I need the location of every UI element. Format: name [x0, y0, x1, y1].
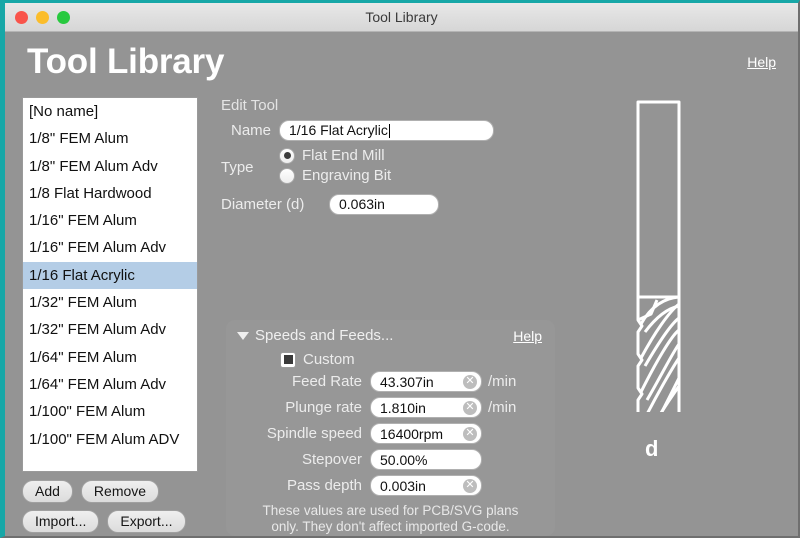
type-field-row: Type Flat End Mill Engraving Bit [221, 147, 571, 187]
spindle-speed-row: Spindle speed 16400rpm ✕ [226, 423, 555, 444]
name-input-value: 1/16 Flat Acrylic [289, 122, 388, 138]
stepover-label: Stepover [301, 451, 362, 468]
speeds-and-feeds-header: Speeds and Feeds... Help [226, 320, 555, 344]
list-item-selected[interactable]: 1/16 Flat Acrylic [23, 261, 197, 290]
note-line-2: only. They don't affect imported G-code. [271, 519, 510, 534]
spindle-speed-label: Spindle speed [266, 425, 362, 442]
list-item[interactable]: 1/100" FEM Alum ADV [23, 426, 197, 453]
speeds-and-feeds-panel: Speeds and Feeds... Help Custom Feed Rat… [226, 320, 555, 536]
list-item[interactable]: 1/64" FEM Alum [23, 344, 197, 371]
window-body: [No name] 1/8" FEM Alum 1/8" FEM Alum Ad… [5, 92, 798, 536]
radio-option-engraving-bit[interactable]: Engraving Bit [279, 167, 391, 184]
spindle-speed-value: 16400rpm [380, 425, 444, 442]
add-button[interactable]: Add [22, 480, 73, 503]
header-help-link[interactable]: Help [747, 54, 776, 70]
radio-option-flat-end-mill[interactable]: Flat End Mill [279, 147, 391, 164]
list-item[interactable]: 1/32" FEM Alum [23, 289, 197, 316]
note-line-1: These values are used for PCB/SVG plans [262, 503, 519, 518]
remove-button[interactable]: Remove [80, 480, 160, 503]
name-field-row: Name 1/16 Flat Acrylic [221, 120, 571, 141]
window-titlebar: Tool Library [5, 3, 798, 32]
tool-library-window: Tool Library Tool Library Help [No name]… [0, 0, 800, 538]
list-item[interactable]: 1/32" FEM Alum Adv [23, 316, 197, 343]
custom-label: Custom [303, 351, 355, 368]
plunge-rate-label: Plunge rate [285, 399, 362, 416]
name-label: Name [230, 122, 271, 139]
diameter-dimension-label: d [645, 436, 659, 461]
clear-icon[interactable]: ✕ [463, 426, 477, 441]
pass-depth-row: Pass depth 0.003in ✕ [226, 475, 555, 496]
pass-depth-input[interactable]: 0.003in ✕ [370, 475, 482, 496]
clear-icon[interactable]: ✕ [463, 374, 477, 389]
list-item[interactable]: 1/8" FEM Alum [23, 125, 197, 152]
window-title: Tool Library [365, 9, 438, 25]
pass-depth-label: Pass depth [286, 477, 362, 494]
clear-icon[interactable]: ✕ [463, 478, 477, 493]
speeds-and-feeds-title: Speeds and Feeds... [255, 327, 394, 344]
tool-list[interactable]: [No name] 1/8" FEM Alum 1/8" FEM Alum Ad… [22, 97, 198, 472]
pass-depth-value: 0.003in [380, 477, 426, 494]
list-item[interactable]: 1/8 Flat Hardwood [23, 180, 197, 207]
radio-unselected-icon[interactable] [279, 167, 295, 184]
plunge-rate-row: Plunge rate 1.810in ✕ /min [226, 397, 555, 418]
end-mill-diagram-icon [631, 100, 687, 457]
diameter-input-value: 0.063in [339, 196, 385, 212]
type-radio-group: Flat End Mill Engraving Bit [279, 147, 391, 187]
list-item[interactable]: 1/8" FEM Alum Adv [23, 153, 197, 180]
stepover-input[interactable]: 50.00% [370, 449, 482, 470]
plunge-rate-input[interactable]: 1.810in ✕ [370, 397, 482, 418]
close-button-icon[interactable] [15, 10, 28, 24]
name-input[interactable]: 1/16 Flat Acrylic [279, 120, 494, 141]
edit-tool-section-title: Edit Tool [221, 97, 279, 114]
diameter-label: Diameter (d) [221, 196, 305, 213]
checkbox-checked-icon[interactable] [280, 351, 296, 368]
list-item[interactable]: 1/100" FEM Alum [23, 398, 197, 425]
feed-rate-row: Feed Rate 43.307in ✕ /min [226, 371, 555, 392]
feed-rate-unit: /min [488, 373, 517, 390]
import-button[interactable]: Import... [22, 510, 100, 533]
list-button-row-secondary: Import... Export... [22, 510, 186, 533]
edit-tool-pane: Edit Tool Name 1/16 Flat Acrylic Type Fl… [221, 92, 571, 221]
speeds-and-feeds-help-link[interactable]: Help [513, 328, 542, 344]
feed-rate-value: 43.307in [380, 373, 434, 390]
speeds-and-feeds-disclosure[interactable]: Speeds and Feeds... [237, 327, 393, 344]
list-item[interactable]: 1/16" FEM Alum [23, 207, 197, 234]
list-action-buttons: Add Remove Import... Export... [22, 480, 186, 536]
radio-label-flat-end-mill: Flat End Mill [302, 147, 385, 164]
type-label: Type [221, 158, 254, 176]
minimize-button-icon[interactable] [36, 10, 49, 24]
clear-icon[interactable]: ✕ [463, 400, 477, 415]
diameter-field-row: Diameter (d) 0.063in [221, 194, 571, 215]
page-title: Tool Library [27, 42, 225, 81]
export-button[interactable]: Export... [107, 510, 186, 533]
zoom-button-icon[interactable] [57, 10, 70, 24]
custom-checkbox-row[interactable]: Custom [280, 351, 555, 368]
spindle-speed-input[interactable]: 16400rpm ✕ [370, 423, 482, 444]
end-mill-illustration [605, 92, 785, 457]
triangle-down-icon[interactable] [237, 331, 249, 340]
list-button-row-primary: Add Remove [22, 480, 186, 503]
speeds-and-feeds-note: These values are used for PCB/SVG plans … [226, 503, 555, 535]
plunge-rate-unit: /min [488, 399, 517, 416]
feed-rate-input[interactable]: 43.307in ✕ [370, 371, 482, 392]
radio-label-engraving-bit: Engraving Bit [302, 167, 392, 184]
feed-rate-label: Feed Rate [291, 373, 362, 390]
radio-selected-icon[interactable] [279, 147, 295, 164]
list-item[interactable]: [No name] [23, 98, 197, 125]
page-header: Tool Library Help [5, 32, 798, 92]
list-item[interactable]: 1/64" FEM Alum Adv [23, 371, 197, 398]
stepover-row: Stepover 50.00% [226, 449, 555, 470]
traffic-light-buttons [15, 10, 70, 24]
text-caret [388, 123, 390, 138]
stepover-value: 50.00% [380, 451, 428, 468]
diameter-input[interactable]: 0.063in [329, 194, 439, 215]
list-item[interactable]: 1/16" FEM Alum Adv [23, 234, 197, 261]
plunge-rate-value: 1.810in [380, 399, 426, 416]
